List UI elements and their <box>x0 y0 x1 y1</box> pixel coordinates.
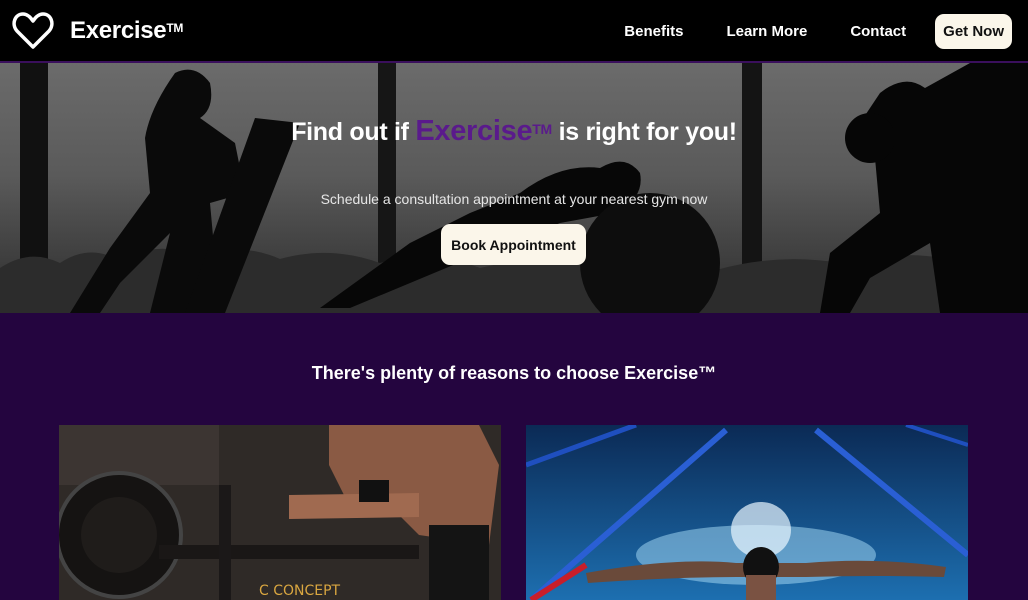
trademark-mark: TM <box>166 20 184 35</box>
nav-link-benefits[interactable]: Benefits <box>624 23 683 40</box>
hero-trademark-mark: TM <box>532 121 552 137</box>
rowing-machine-image: C CONCEPT <box>59 425 501 600</box>
svg-text:C CONCEPT: C CONCEPT <box>259 583 341 599</box>
hero-subtitle: Schedule a consultation appointment at y… <box>320 191 708 207</box>
swimmer-image <box>526 425 968 600</box>
brand-name-text: Exercise <box>70 16 167 44</box>
hero-title-brand: ExerciseTM <box>415 115 552 147</box>
nav-link-contact[interactable]: Contact <box>850 23 906 40</box>
hero-title-brand-text: Exercise <box>415 115 533 147</box>
heart-icon <box>12 11 54 49</box>
brand-name: ExerciseTM <box>70 17 183 45</box>
nav-link-learn-more[interactable]: Learn More <box>726 23 807 40</box>
hero-title: Find out if ExerciseTM is right for you! <box>0 115 1028 148</box>
get-now-button[interactable]: Get Now <box>935 14 1012 49</box>
book-appointment-button[interactable]: Book Appointment <box>441 224 586 265</box>
hero-background-image <box>0 63 1028 313</box>
nav-links: Benefits Learn More Contact Get Now <box>581 0 1012 63</box>
swimmer-image-card <box>526 425 968 600</box>
reasons-section: There's plenty of reasons to choose Exer… <box>0 313 1028 600</box>
hero-title-after: is right for you! <box>558 118 738 146</box>
reasons-title: There's plenty of reasons to choose Exer… <box>311 363 717 383</box>
hero-title-before: Find out if <box>291 118 409 146</box>
hero-section: Find out if ExerciseTM is right for you!… <box>0 63 1028 313</box>
logo[interactable]: ExerciseTM <box>12 11 183 51</box>
rowing-image-card: C CONCEPT <box>59 425 501 600</box>
top-navbar: ExerciseTM Benefits Learn More Contact G… <box>0 0 1028 63</box>
